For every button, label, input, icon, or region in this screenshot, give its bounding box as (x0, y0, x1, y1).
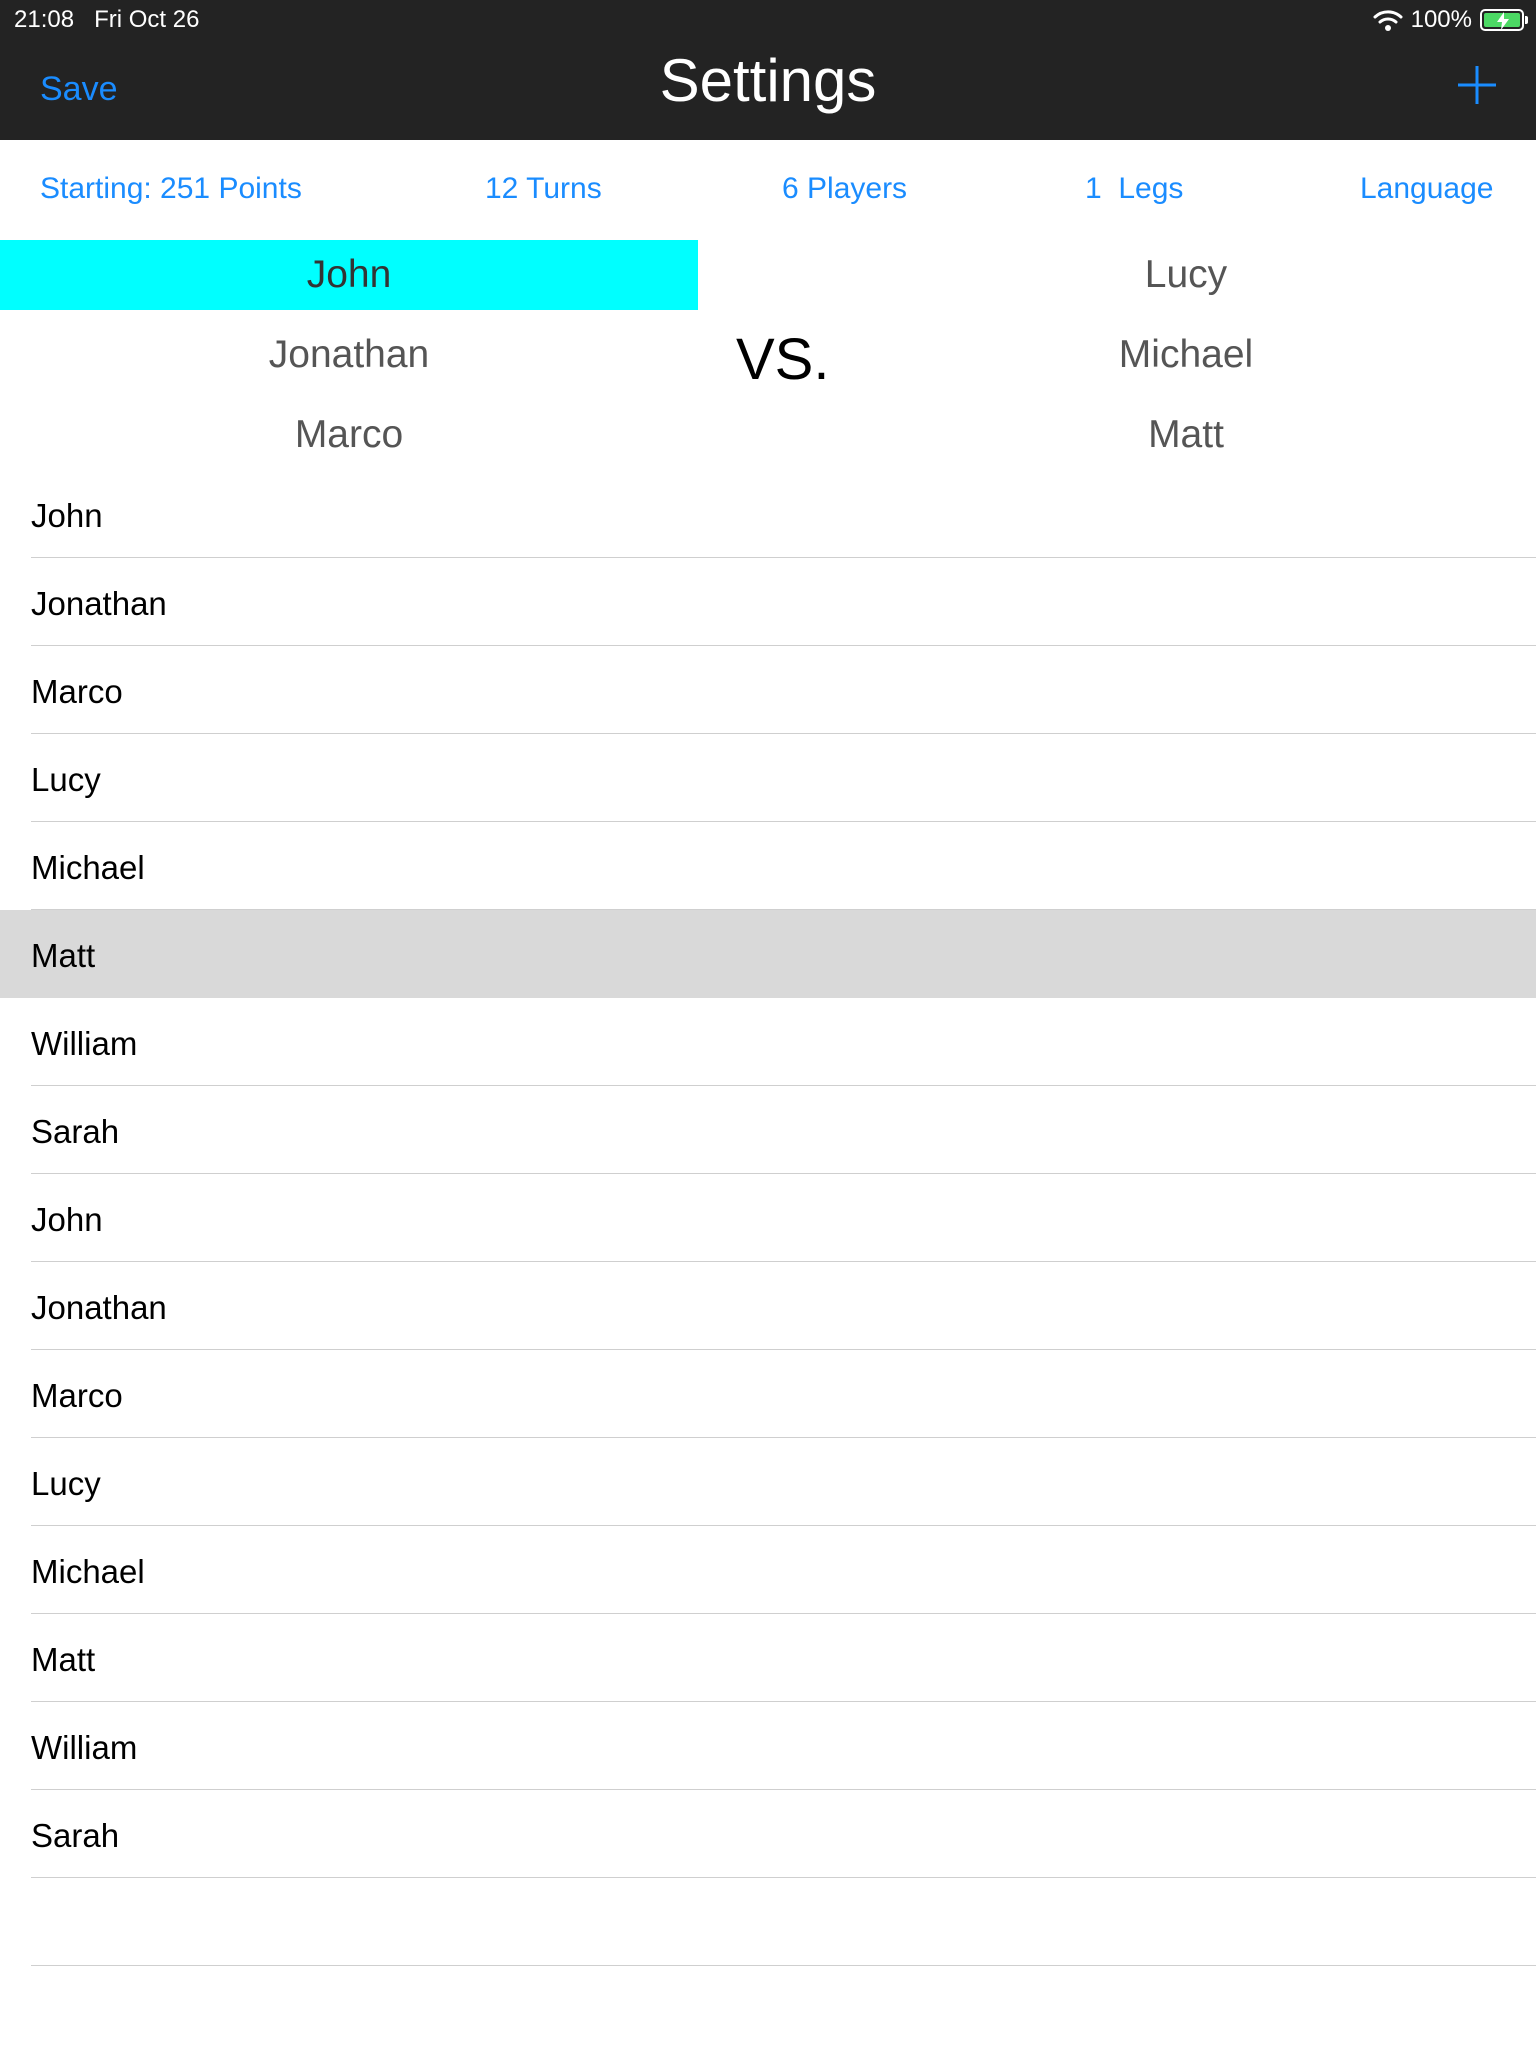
player-name: Michael (31, 849, 145, 886)
player-list: John Jonathan Marco Lucy Michael Matt Wi… (0, 470, 1536, 1966)
game-options-bar: Starting: 251 Points 12 Turns 6 Players … (0, 140, 1536, 240)
page-title: Settings (659, 47, 877, 114)
player-name: William (31, 1729, 138, 1766)
list-item[interactable]: Michael (0, 822, 1536, 910)
list-item[interactable]: William (0, 1702, 1536, 1790)
list-item[interactable]: Michael (0, 1526, 1536, 1614)
list-item[interactable]: William (0, 998, 1536, 1086)
player-name: Jonathan (31, 585, 167, 622)
list-item[interactable]: Matt (0, 1614, 1536, 1702)
team-left-player: Jonathan (268, 333, 430, 376)
list-item[interactable]: Lucy (0, 734, 1536, 822)
list-item-empty (0, 1878, 1536, 1966)
list-item[interactable]: John (0, 1174, 1536, 1262)
list-item[interactable]: Jonathan (0, 558, 1536, 646)
team-left-player: Marco (294, 413, 404, 456)
list-item[interactable]: Sarah (0, 1086, 1536, 1174)
starting-points-button[interactable]: Starting: 251 Points (40, 172, 302, 206)
list-item[interactable]: Marco (0, 646, 1536, 734)
player-name: Sarah (31, 1113, 120, 1150)
player-name: Sarah (31, 1817, 120, 1854)
player-name: Jonathan (31, 1289, 167, 1326)
team-right-player: Michael (1118, 333, 1254, 376)
player-name: Lucy (31, 1465, 101, 1502)
team-left-player: John (0, 240, 698, 310)
player-name: William (31, 1025, 138, 1062)
battery-icon (1480, 9, 1528, 31)
player-name: Lucy (31, 761, 101, 798)
wifi-icon (1373, 10, 1403, 31)
status-time: 21:08 (14, 6, 75, 33)
team-right-player: Matt (1148, 413, 1224, 456)
status-time-date: 21:08 Fri Oct 26 (14, 6, 199, 34)
list-item[interactable]: Lucy (0, 1438, 1536, 1526)
turns-button[interactable]: 12 Turns (485, 172, 602, 206)
battery-percent: 100% (1410, 6, 1472, 33)
list-item[interactable]: Sarah (0, 1790, 1536, 1878)
player-name: John (31, 1201, 103, 1238)
list-item-selected[interactable]: Matt (0, 910, 1536, 998)
vs-label: VS. (736, 327, 830, 392)
player-name: Matt (31, 937, 96, 974)
list-item[interactable]: John (0, 470, 1536, 558)
team-right-player: Lucy (1144, 253, 1228, 296)
player-name: Marco (31, 1377, 123, 1414)
list-item[interactable]: Marco (0, 1350, 1536, 1438)
plus-icon[interactable] (1456, 64, 1498, 106)
player-name: John (31, 497, 103, 534)
player-name: Michael (31, 1553, 145, 1590)
status-date: Fri Oct 26 (94, 6, 200, 33)
legs-button[interactable]: 1 Legs (1085, 172, 1183, 206)
player-name: Matt (31, 1641, 96, 1678)
player-name: Marco (31, 673, 123, 710)
bolt-icon (1497, 12, 1509, 30)
list-item[interactable]: Jonathan (0, 1262, 1536, 1350)
language-button[interactable]: Language (1360, 172, 1493, 206)
status-indicators: 100% (1373, 5, 1528, 35)
teams-matchup: John Jonathan Marco VS. Lucy Michael Mat… (0, 240, 1536, 470)
players-button[interactable]: 6 Players (782, 172, 907, 206)
top-bar: 21:08 Fri Oct 26 100% Save Settings (0, 0, 1536, 140)
